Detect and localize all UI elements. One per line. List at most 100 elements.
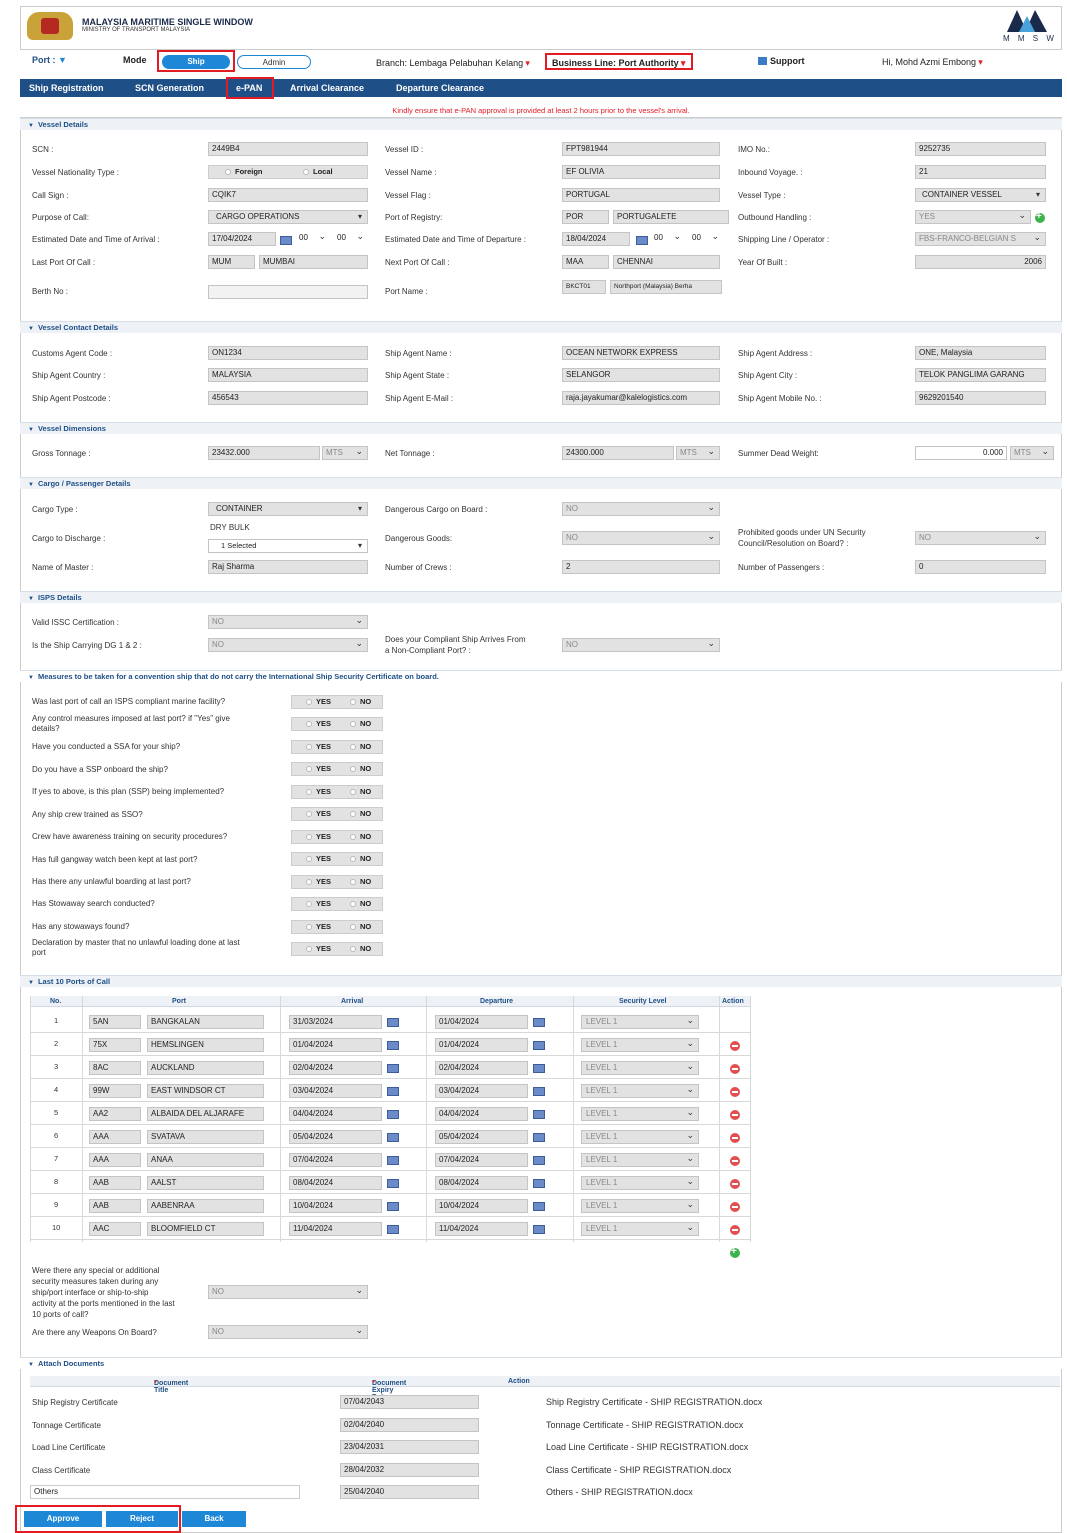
doc-expiry-field[interactable]: 07/04/2043	[340, 1395, 479, 1409]
calendar-icon[interactable]	[387, 1133, 399, 1142]
section-measures[interactable]: ▼ Measures to be taken for a convention s…	[20, 670, 1062, 682]
yes-no-toggle[interactable]: YES NO	[291, 852, 383, 866]
remove-row-icon[interactable]	[730, 1202, 740, 1212]
nationality-toggle[interactable]: Foreign Local	[208, 165, 368, 179]
doc-title-input[interactable]: Others	[30, 1485, 300, 1499]
shipping-line-select[interactable]: FBS-FRANCO-BELGIAN S	[915, 232, 1046, 246]
remove-row-icon[interactable]	[730, 1110, 740, 1120]
menu-departure-clearance[interactable]: Departure Clearance	[396, 83, 484, 93]
section-vessel-dimensions[interactable]: ▼ Vessel Dimensions	[20, 422, 1062, 434]
calendar-icon[interactable]	[387, 1156, 399, 1165]
net-unit-select[interactable]: MTS	[676, 446, 720, 460]
mode-ship-button[interactable]: Ship	[162, 55, 230, 69]
etd-hour-select[interactable]: 00	[651, 232, 685, 246]
support-link[interactable]: Support	[758, 56, 805, 66]
port-departure-field[interactable]: 02/04/2024	[435, 1061, 528, 1075]
sdw-unit-select[interactable]: MTS	[1010, 446, 1054, 460]
doc-file-link[interactable]: Class Certificate - SHIP REGISTRATION.do…	[546, 1465, 731, 1475]
doc-file-link[interactable]: Tonnage Certificate - SHIP REGISTRATION.…	[546, 1420, 743, 1430]
dangerous-cargo-select[interactable]: NO	[562, 502, 720, 516]
remove-row-icon[interactable]	[730, 1179, 740, 1189]
port-departure-field[interactable]: 01/04/2024	[435, 1038, 528, 1052]
port-departure-field[interactable]: 10/04/2024	[435, 1199, 528, 1213]
calendar-icon[interactable]	[387, 1087, 399, 1096]
port-departure-field[interactable]: 08/04/2024	[435, 1176, 528, 1190]
approve-button[interactable]: Approve	[24, 1511, 102, 1527]
calendar-icon[interactable]	[387, 1064, 399, 1073]
etd-minute-select[interactable]: 00	[689, 232, 723, 246]
yes-no-toggle[interactable]: YES NO	[291, 875, 383, 889]
yes-no-toggle[interactable]: YES NO	[291, 762, 383, 776]
weapons-select[interactable]: NO	[208, 1325, 368, 1339]
security-level-select[interactable]: LEVEL 1	[581, 1061, 699, 1075]
calendar-icon[interactable]	[533, 1018, 545, 1027]
doc-expiry-field[interactable]: 02/04/2040	[340, 1417, 479, 1432]
calendar-icon[interactable]	[387, 1202, 399, 1211]
yes-no-toggle[interactable]: YES NO	[291, 942, 383, 956]
add-port-icon[interactable]	[730, 1246, 740, 1258]
port-departure-field[interactable]: 11/04/2024	[435, 1222, 528, 1236]
port-arrival-field[interactable]: 04/04/2024	[289, 1107, 382, 1121]
menu-e-pan[interactable]: e-PAN	[236, 83, 262, 93]
non-compliant-select[interactable]: NO	[562, 638, 720, 652]
calendar-icon[interactable]	[387, 1018, 399, 1027]
eta-hour-select[interactable]: 00	[296, 232, 330, 246]
yes-no-toggle[interactable]: YES NO	[291, 785, 383, 799]
business-line-selector[interactable]: Business Line: Port Authority ▾	[552, 58, 685, 69]
special-measures-select[interactable]: NO	[208, 1285, 368, 1299]
port-departure-field[interactable]: 07/04/2024	[435, 1153, 528, 1167]
cargo-discharge-select[interactable]: 1 Selected	[208, 539, 368, 553]
doc-file-link[interactable]: Ship Registry Certificate - SHIP REGISTR…	[546, 1397, 762, 1407]
port-arrival-field[interactable]: 02/04/2024	[289, 1061, 382, 1075]
mode-admin-button[interactable]: Admin	[237, 55, 311, 69]
calendar-icon[interactable]	[636, 236, 648, 245]
cargo-type-select[interactable]: CONTAINER	[208, 502, 368, 516]
remove-row-icon[interactable]	[730, 1156, 740, 1166]
yes-no-toggle[interactable]: YES NO	[291, 897, 383, 911]
port-arrival-field[interactable]: 03/04/2024	[289, 1084, 382, 1098]
port-selector[interactable]: Port : ▼	[32, 55, 67, 65]
security-level-select[interactable]: LEVEL 1	[581, 1153, 699, 1167]
port-departure-field[interactable]: 05/04/2024	[435, 1130, 528, 1144]
port-arrival-field[interactable]: 10/04/2024	[289, 1199, 382, 1213]
security-level-select[interactable]: LEVEL 1	[581, 1107, 699, 1121]
section-attach-documents[interactable]: ▼ Attach Documents	[20, 1357, 1062, 1369]
menu-arrival-clearance[interactable]: Arrival Clearance	[290, 83, 364, 93]
purpose-select[interactable]: CARGO OPERATIONS	[208, 210, 368, 224]
security-level-select[interactable]: LEVEL 1	[581, 1130, 699, 1144]
section-vessel-details[interactable]: ▼ Vessel Details	[20, 118, 1062, 130]
remove-row-icon[interactable]	[730, 1133, 740, 1143]
calendar-icon[interactable]	[533, 1156, 545, 1165]
remove-row-icon[interactable]	[730, 1041, 740, 1051]
calendar-icon[interactable]	[533, 1041, 545, 1050]
add-icon[interactable]	[1035, 211, 1045, 223]
menu-scn-generation[interactable]: SCN Generation	[135, 83, 204, 93]
calendar-icon[interactable]	[280, 236, 292, 245]
user-menu[interactable]: Hi, Mohd Azmi Embong ▾	[882, 57, 983, 68]
port-arrival-field[interactable]: 11/04/2024	[289, 1222, 382, 1236]
remove-row-icon[interactable]	[730, 1087, 740, 1097]
eta-minute-select[interactable]: 00	[334, 232, 368, 246]
port-arrival-field[interactable]: 07/04/2024	[289, 1153, 382, 1167]
port-departure-field[interactable]: 01/04/2024	[435, 1015, 528, 1029]
doc-expiry-field[interactable]: 23/04/2031	[340, 1440, 479, 1454]
yes-no-toggle[interactable]: YES NO	[291, 740, 383, 754]
menu-ship-registration[interactable]: Ship Registration	[29, 83, 104, 93]
calendar-icon[interactable]	[533, 1087, 545, 1096]
port-arrival-field[interactable]: 31/03/2024	[289, 1015, 382, 1029]
port-departure-field[interactable]: 03/04/2024	[435, 1084, 528, 1098]
calendar-icon[interactable]	[387, 1041, 399, 1050]
back-button[interactable]: Back	[182, 1511, 246, 1527]
security-level-select[interactable]: LEVEL 1	[581, 1199, 699, 1213]
security-level-select[interactable]: LEVEL 1	[581, 1176, 699, 1190]
issc-select[interactable]: NO	[208, 615, 368, 629]
yes-no-toggle[interactable]: YES NO	[291, 695, 383, 709]
section-cargo-passenger[interactable]: ▼ Cargo / Passenger Details	[20, 477, 1062, 489]
port-arrival-field[interactable]: 08/04/2024	[289, 1176, 382, 1190]
port-departure-field[interactable]: 04/04/2024	[435, 1107, 528, 1121]
security-level-select[interactable]: LEVEL 1	[581, 1038, 699, 1052]
doc-expiry-field[interactable]: 28/04/2032	[340, 1462, 479, 1477]
port-arrival-field[interactable]: 05/04/2024	[289, 1130, 382, 1144]
calendar-icon[interactable]	[533, 1110, 545, 1119]
calendar-icon[interactable]	[533, 1225, 545, 1234]
